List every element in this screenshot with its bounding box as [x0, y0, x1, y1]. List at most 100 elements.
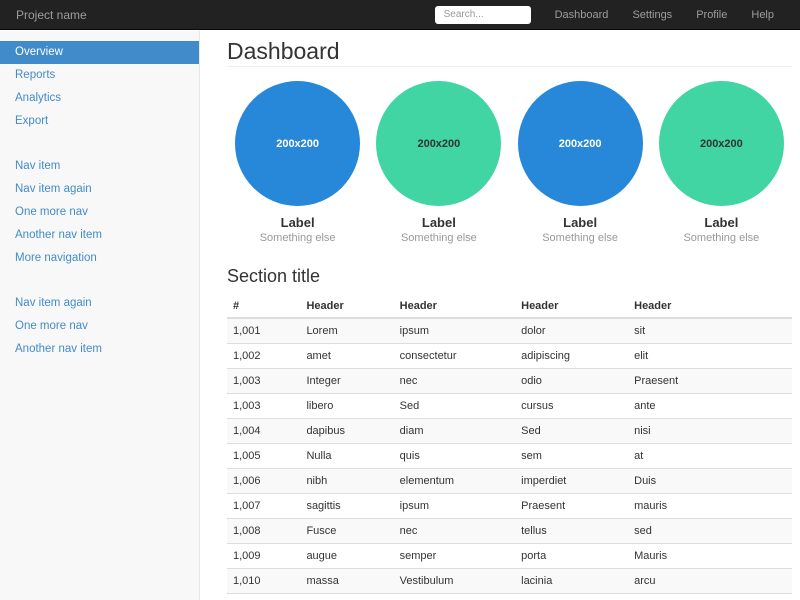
table-cell: amet — [300, 344, 393, 369]
sidebar-item-overview[interactable]: Overview — [0, 41, 199, 64]
navbar-links: DashboardSettingsProfileHelp — [543, 9, 786, 21]
table-cell: Duis — [628, 469, 792, 494]
table-header-cell: Header — [515, 295, 628, 318]
sidebar-item-one-more-nav[interactable]: One more nav — [0, 315, 199, 338]
table-cell: eget — [300, 594, 393, 600]
table-cell: at — [628, 444, 792, 469]
table-cell: 1,004 — [227, 419, 300, 444]
sidebar-list-item: Another nav item — [0, 338, 199, 361]
table-cell: elit — [628, 344, 792, 369]
navbar-link-dashboard[interactable]: Dashboard — [543, 9, 621, 21]
sidebar-item-analytics[interactable]: Analytics — [0, 87, 199, 110]
table-cell: nisi — [628, 419, 792, 444]
table-cell: 1,005 — [227, 444, 300, 469]
table-cell: sem — [515, 444, 628, 469]
table-cell: ipsum — [394, 494, 515, 519]
table-header-cell: Header — [394, 295, 515, 318]
table-cell: diam — [394, 419, 515, 444]
table-cell: porta — [515, 544, 628, 569]
sidebar: OverviewReportsAnalyticsExportNav itemNa… — [0, 31, 200, 600]
placeholder-label: Label — [368, 215, 509, 230]
sidebar-item-nav-item-again[interactable]: Nav item again — [0, 178, 199, 201]
sidebar-group: OverviewReportsAnalyticsExport — [0, 41, 199, 133]
placeholder-sublabel: Something else — [227, 232, 368, 244]
table-cell: sit — [628, 318, 792, 344]
table-row: 1,009auguesemperportaMauris — [227, 544, 792, 569]
placeholder-card: 200x200LabelSomething else — [368, 81, 509, 244]
table-row: 1,010massaVestibulumlaciniaarcu — [227, 569, 792, 594]
table-cell: tellus — [515, 519, 628, 544]
table-head: #HeaderHeaderHeaderHeader — [227, 295, 792, 318]
table-row: 1,004dapibusdiamSednisi — [227, 419, 792, 444]
table-cell: 1,010 — [227, 569, 300, 594]
navbar-link-help[interactable]: Help — [739, 9, 786, 21]
table-cell: cursus — [515, 394, 628, 419]
table-cell: Sed — [394, 394, 515, 419]
sidebar-item-export[interactable]: Export — [0, 110, 199, 133]
table-row: 1,002ametconsecteturadipiscingelit — [227, 344, 792, 369]
sidebar-item-another-nav-item[interactable]: Another nav item — [0, 338, 199, 361]
placeholder-circle-image: 200x200 — [659, 81, 784, 206]
table-cell: 1,007 — [227, 494, 300, 519]
table-cell: Integer — [300, 369, 393, 394]
sidebar-list-item: Nav item again — [0, 292, 199, 315]
table-row: 1,006nibhelementumimperdietDuis — [227, 469, 792, 494]
sidebar-list-item: Overview — [0, 41, 199, 64]
sidebar-item-nav-item-again[interactable]: Nav item again — [0, 292, 199, 315]
table-cell: ipsum — [394, 318, 515, 344]
sidebar-item-more-navigation[interactable]: More navigation — [0, 247, 199, 270]
placeholder-row: 200x200LabelSomething else200x200LabelSo… — [227, 81, 792, 244]
table-cell: dapibus — [300, 419, 393, 444]
navbar-link-settings[interactable]: Settings — [620, 9, 684, 21]
table-row: 1,011egetnullaClassaptent — [227, 594, 792, 600]
table-row: 1,001Loremipsumdolorsit — [227, 318, 792, 344]
brand-link[interactable]: Project name — [0, 8, 103, 22]
sidebar-item-nav-item[interactable]: Nav item — [0, 155, 199, 178]
table-cell: adipiscing — [515, 344, 628, 369]
sidebar-list-item: Export — [0, 110, 199, 133]
table-cell: 1,003 — [227, 369, 300, 394]
placeholder-card: 200x200LabelSomething else — [510, 81, 651, 244]
table-cell: nibh — [300, 469, 393, 494]
table-cell: elementum — [394, 469, 515, 494]
main-content: Dashboard 200x200LabelSomething else200x… — [200, 31, 800, 600]
table-cell: Vestibulum — [394, 569, 515, 594]
table-cell: sagittis — [300, 494, 393, 519]
table-cell: quis — [394, 444, 515, 469]
sidebar-group: Nav item againOne more navAnother nav it… — [0, 292, 199, 361]
table-cell: Lorem — [300, 318, 393, 344]
data-table: #HeaderHeaderHeaderHeader 1,001Loremipsu… — [227, 295, 792, 600]
table-cell: Praesent — [628, 369, 792, 394]
table-cell: Nulla — [300, 444, 393, 469]
sidebar-list-item: More navigation — [0, 247, 199, 270]
table-cell: 1,001 — [227, 318, 300, 344]
table-cell: Sed — [515, 419, 628, 444]
top-navbar: Project name DashboardSettingsProfileHel… — [0, 0, 800, 30]
navbar-link-profile[interactable]: Profile — [684, 9, 739, 21]
sidebar-item-another-nav-item[interactable]: Another nav item — [0, 224, 199, 247]
placeholder-sublabel: Something else — [510, 232, 651, 244]
table-cell: 1,003 — [227, 394, 300, 419]
table-cell: nec — [394, 369, 515, 394]
sidebar-list-item: Analytics — [0, 87, 199, 110]
table-cell: odio — [515, 369, 628, 394]
section-title: Section title — [227, 266, 792, 286]
table-cell: consectetur — [394, 344, 515, 369]
placeholder-sublabel: Something else — [651, 232, 792, 244]
sidebar-list-item: One more nav — [0, 315, 199, 338]
placeholder-label: Label — [510, 215, 651, 230]
table-header-cell: Header — [300, 295, 393, 318]
placeholder-card: 200x200LabelSomething else — [227, 81, 368, 244]
search-input[interactable] — [435, 6, 531, 24]
sidebar-list-item: Nav item again — [0, 178, 199, 201]
sidebar-item-reports[interactable]: Reports — [0, 64, 199, 87]
table-cell: nec — [394, 519, 515, 544]
table-row: 1,008Fuscenectellussed — [227, 519, 792, 544]
table-cell: massa — [300, 569, 393, 594]
sidebar-nav: OverviewReportsAnalyticsExportNav itemNa… — [0, 41, 199, 361]
table-cell: 1,002 — [227, 344, 300, 369]
sidebar-list-item: Another nav item — [0, 224, 199, 247]
table-cell: Fusce — [300, 519, 393, 544]
sidebar-item-one-more-nav[interactable]: One more nav — [0, 201, 199, 224]
table-cell: imperdiet — [515, 469, 628, 494]
